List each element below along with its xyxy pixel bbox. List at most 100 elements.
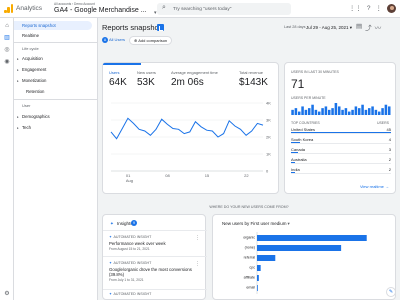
country-row: South Korea 4: [291, 137, 391, 144]
insight-tag: AUTOMATED INSIGHT: [113, 292, 152, 296]
per-minute-bar: [384, 104, 388, 115]
country-row: Canada 3: [291, 147, 391, 154]
view-realtime-link[interactable]: View realtime →: [360, 184, 389, 189]
account-selector[interactable]: All accounts › Demo Account GA4 - Google…: [54, 2, 157, 16]
nav-reports-snapshot[interactable]: Reports snapshot: [14, 21, 92, 30]
per-minute-bar: [364, 109, 368, 115]
avatar[interactable]: [387, 4, 396, 13]
search-input[interactable]: Try searching "users today": [173, 7, 231, 12]
top-bar: Analytics All accounts › Demo Account GA…: [0, 0, 400, 18]
per-minute-bar: [297, 111, 301, 115]
nav-retention[interactable]: Retention: [14, 87, 98, 96]
all-users-chip[interactable]: All Users: [109, 37, 125, 43]
category-label: (none): [245, 246, 255, 250]
insight-item[interactable]: ✦ AUTOMATED INSIGHT Google/organic drove …: [109, 261, 203, 282]
per-minute-bar: [331, 108, 334, 115]
category-label: referral: [244, 256, 256, 260]
nav-acquisition[interactable]: Acquisition: [14, 54, 98, 63]
nav-realtime[interactable]: Realtime: [14, 31, 98, 40]
insight-date: From July 1 to 31, 2021: [109, 278, 144, 283]
apps-icon[interactable]: ⋮⋮: [349, 4, 362, 13]
per-minute-bar: [344, 108, 348, 115]
reports-icon[interactable]: ▥: [3, 34, 11, 42]
more-icon[interactable]: ⋮: [376, 4, 383, 13]
new-users-bar-chart: organic (none) referral cpc affiliate email: [243, 232, 367, 294]
realtime-title: USERS IN LAST 30 MINUTES: [291, 70, 339, 74]
insight-date: From August 15 to 21, 2021: [109, 247, 150, 252]
per-minute-bar: [311, 104, 314, 115]
per-minute-bar: [371, 106, 374, 115]
divider: [103, 289, 207, 290]
per-minute-bar: [387, 106, 391, 115]
per-minute-bar: [341, 109, 344, 115]
country-row: Australia 2: [291, 157, 391, 164]
feedback-button[interactable]: ✎: [386, 287, 396, 297]
per-minute-bar: [357, 108, 361, 115]
nav-monetization[interactable]: Monetization: [14, 76, 98, 85]
per-minute-bar: [307, 108, 311, 115]
insight-item[interactable]: ✦ AUTOMATED INSIGHT: [109, 292, 203, 296]
medium-bar: [257, 255, 276, 261]
divider: [103, 256, 207, 257]
insights-icon[interactable]: 〰: [375, 22, 382, 32]
home-icon[interactable]: ⌂: [3, 22, 11, 30]
share-icon[interactable]: ⤴: [365, 22, 372, 32]
nav-tech[interactable]: Tech: [14, 123, 98, 132]
analytics-logo-icon[interactable]: [4, 4, 14, 13]
advertising-icon[interactable]: ◉: [3, 58, 11, 66]
explore-icon[interactable]: ◎: [3, 46, 11, 54]
users-header: USERS: [376, 121, 389, 125]
medium-bar: [257, 275, 259, 281]
more-icon[interactable]: ⋮: [195, 261, 200, 267]
x-tick-label: 08: [165, 173, 170, 178]
date-range-value: Jul 29 - Aug 25, 2021: [306, 24, 349, 30]
help-icon[interactable]: ?: [367, 4, 371, 13]
nav-divider: [14, 42, 98, 43]
y-tick-label: 0: [266, 168, 269, 173]
medium-bar: [257, 265, 261, 271]
users-line-chart[interactable]: 4K3K2K1K001Aug08 15 22: [103, 63, 280, 195]
insights-title: ✦ Insights: [109, 221, 133, 226]
add-comparison-button[interactable]: ⊕ Add comparison: [129, 35, 173, 45]
nav-section-life-cycle: Life cycle: [22, 46, 39, 51]
overview-chart-card: Users 64K New users 53K Average engageme…: [102, 62, 279, 194]
section-heading: WHERE DO YOUR NEW USERS COME FROM?: [209, 205, 289, 209]
date-range-label: Last 28 days: [284, 25, 306, 29]
configure-icon[interactable]: ⚙: [3, 290, 11, 298]
category-label: cpc: [249, 266, 255, 270]
sparkle-icon: ✦: [109, 261, 113, 265]
per-minute-bar: [321, 108, 324, 115]
icon-rail: ⌂ ▥ ◎ ◉ ⚙: [0, 18, 14, 300]
country-bar: [291, 132, 391, 133]
insight-item[interactable]: ✦ AUTOMATED INSIGHT Performance week over…: [109, 235, 203, 251]
property-name: GA4 - Google Merchandise ...: [54, 7, 147, 14]
sparkle-icon: ✦: [109, 235, 113, 239]
main-content: Reports snapshot Last 28 days Jul 29 - A…: [98, 18, 400, 300]
search-box[interactable]: ⌕ Try searching "users today": [157, 3, 291, 15]
sparkle-icon: ✦: [109, 292, 113, 296]
nav-engagement[interactable]: Engagement: [14, 65, 98, 74]
users-per-minute-chart: [291, 103, 391, 115]
nav-demographics[interactable]: Demographics: [14, 112, 98, 121]
per-minute-bar: [317, 111, 321, 115]
search-icon: ⌕: [162, 4, 166, 11]
per-minute-bar: [301, 106, 304, 115]
comparison-avatar: A: [102, 37, 108, 43]
customize-report-icon[interactable]: ▤: [356, 22, 362, 32]
realtime-card: USERS IN LAST 30 MINUTES 71 USERS PER MI…: [284, 62, 396, 194]
add-comparison-label: Add comparison: [138, 37, 168, 43]
date-range-picker[interactable]: Jul 29 - Aug 25, 2021 ▾: [306, 25, 352, 31]
country-bar: [291, 162, 295, 163]
y-tick-label: 1K: [266, 151, 271, 156]
per-minute-bar: [337, 106, 341, 115]
medium-bar: [257, 235, 367, 241]
more-icon[interactable]: ⋮: [195, 235, 200, 241]
account-breadcrumb: All accounts › Demo Account: [54, 2, 95, 6]
medium-bar: [257, 285, 258, 291]
nav-section-user: User: [22, 103, 31, 108]
insights-card: ✦ Insights 9 ✦ AUTOMATED INSIGHT Performan…: [102, 214, 207, 300]
divider: [103, 230, 207, 231]
category-label: affiliate: [244, 276, 255, 280]
x-tick-label: 15: [205, 173, 210, 178]
y-tick-label: 4K: [266, 100, 271, 105]
